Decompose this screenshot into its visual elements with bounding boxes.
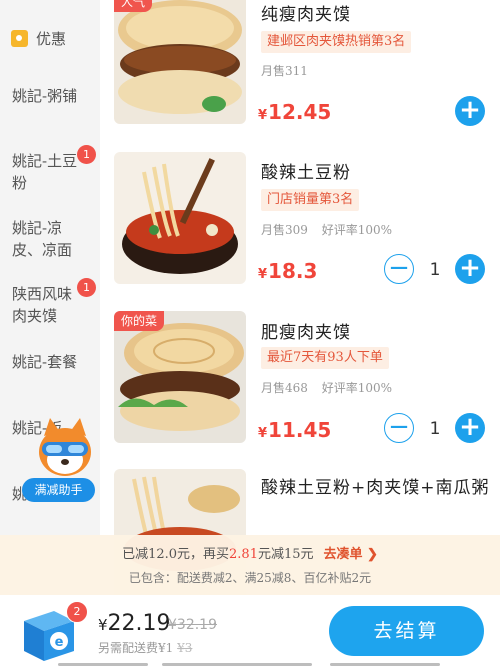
add-more-link[interactable]: 去凑单 ❯ <box>324 547 378 562</box>
sidebar-item-set-meal[interactable]: 姚記-套餐 <box>0 346 100 411</box>
sidebar-item-label: 陕西风味肉夹馍 <box>12 285 73 325</box>
discount-applied-text: 已减12.0元，再买 <box>122 547 230 562</box>
product-stats: 月售468 好评率100% <box>261 379 402 396</box>
discount-helper-label[interactable]: 满减助手 <box>22 478 95 502</box>
product-image-sour-spicy-noodles <box>114 152 246 284</box>
delivery-fee-text: 另需配送费¥1 ¥3 <box>98 641 193 655</box>
product-rank-badge: 建邺区肉夹馍热销第3名 <box>261 31 412 53</box>
product-stats: 月售309 好评率100% <box>261 221 402 238</box>
product-rank-badge: 最近7天有93人下单 <box>261 347 389 369</box>
product-image-fat-lean-roujiamo: 你的菜 <box>114 311 246 443</box>
product-monthly-sales: 月售311 <box>261 64 308 78</box>
product-name: 肥瘦肉夹馍 <box>261 323 351 343</box>
quantity-value: 1 <box>429 260 441 280</box>
product-price: ¥18.3 <box>258 259 318 283</box>
product-rating: 好评率100% <box>321 223 393 237</box>
discount-progress-text: 已减12.0元，再买2.81元减15元 去凑单 ❯ <box>0 543 500 562</box>
product-card[interactable]: 酸辣土豆粉 门店销量第3名 月售309 好评率100% ¥18.3 − 1 + <box>100 150 500 300</box>
sidebar-item-porridge[interactable]: 姚記-粥铺 <box>0 80 100 145</box>
product-monthly-sales: 月售468 <box>261 381 308 395</box>
discount-banner: 已减12.0元，再买2.81元减15元 去凑单 ❯ 已包含：配送费减2、满25减8… <box>0 535 500 595</box>
sidebar-item-potato-noodles[interactable]: 姚記-土豆粉 1 <box>0 145 100 210</box>
sidebar-item-label: 姚記-凉皮、凉面 <box>12 219 73 259</box>
product-tag: 人气 <box>114 0 153 12</box>
product-rank-badge: 门店销量第3名 <box>261 189 360 211</box>
product-card[interactable]: 人气 纯瘦肉夹馍 建邺区肉夹馍热销第3名 月售311 ¥12.45 + <box>100 0 500 140</box>
product-rating: 好评率100% <box>321 381 393 395</box>
sidebar-count-badge: 1 <box>77 278 96 297</box>
sidebar-item-promotions[interactable]: 优惠 <box>0 0 100 85</box>
add-to-cart-button[interactable]: + <box>455 413 485 443</box>
cart-original-price: ¥32.19 <box>168 617 217 633</box>
decrease-quantity-button[interactable]: − <box>384 413 414 443</box>
product-price: ¥11.45 <box>258 418 332 442</box>
sidebar-item-cold-noodles[interactable]: 姚記-凉皮、凉面 <box>0 212 100 277</box>
checkout-button[interactable]: 去结算 <box>329 606 484 656</box>
decrease-quantity-button[interactable]: − <box>384 254 414 284</box>
sidebar-count-badge: 1 <box>77 145 96 164</box>
product-image-roujiamo: 人气 <box>114 0 246 124</box>
discount-tag-icon <box>11 30 28 47</box>
product-stats: 月售311 <box>261 62 318 79</box>
product-card[interactable]: 你的菜 肥瘦肉夹馍 最近7天有93人下单 月售468 好评率100% ¥11.4… <box>100 308 500 458</box>
cart-count-badge: 2 <box>66 601 88 623</box>
discount-breakdown-text: 已包含：配送费减2、满25减8、百亿补贴2元 <box>128 571 372 585</box>
product-price: ¥12.45 <box>258 100 332 124</box>
product-name: 纯瘦肉夹馍 <box>261 5 351 25</box>
product-tag: 你的菜 <box>114 311 165 331</box>
cart-total: ¥22.19 <box>98 611 171 636</box>
quantity-value: 1 <box>429 419 441 439</box>
sidebar-item-label: 姚記-套餐 <box>12 353 78 371</box>
product-name: 酸辣土豆粉 <box>261 163 351 183</box>
remaining-amount: 2.81 <box>229 547 258 562</box>
bottom-nav-indicator <box>0 663 500 667</box>
sidebar-item-label: 优惠 <box>36 30 67 48</box>
add-to-cart-button[interactable]: + <box>455 96 485 126</box>
sidebar-item-label: 姚記-粥铺 <box>12 87 78 105</box>
product-name: 酸辣土豆粉+肉夹馍+南瓜粥 <box>261 478 490 498</box>
add-to-cart-button[interactable]: + <box>455 254 485 284</box>
next-discount-text: 元减15元 <box>257 547 314 562</box>
product-monthly-sales: 月售309 <box>261 223 308 237</box>
svg-text:e: e <box>55 635 64 650</box>
sidebar-item-roujiamo[interactable]: 陕西风味肉夹馍 1 <box>0 278 100 343</box>
sidebar-item-label: 姚記-土豆粉 <box>12 152 78 192</box>
checkout-bar: e 2 ¥22.19 ¥32.19 另需配送费¥1 ¥3 去结算 <box>0 595 500 667</box>
